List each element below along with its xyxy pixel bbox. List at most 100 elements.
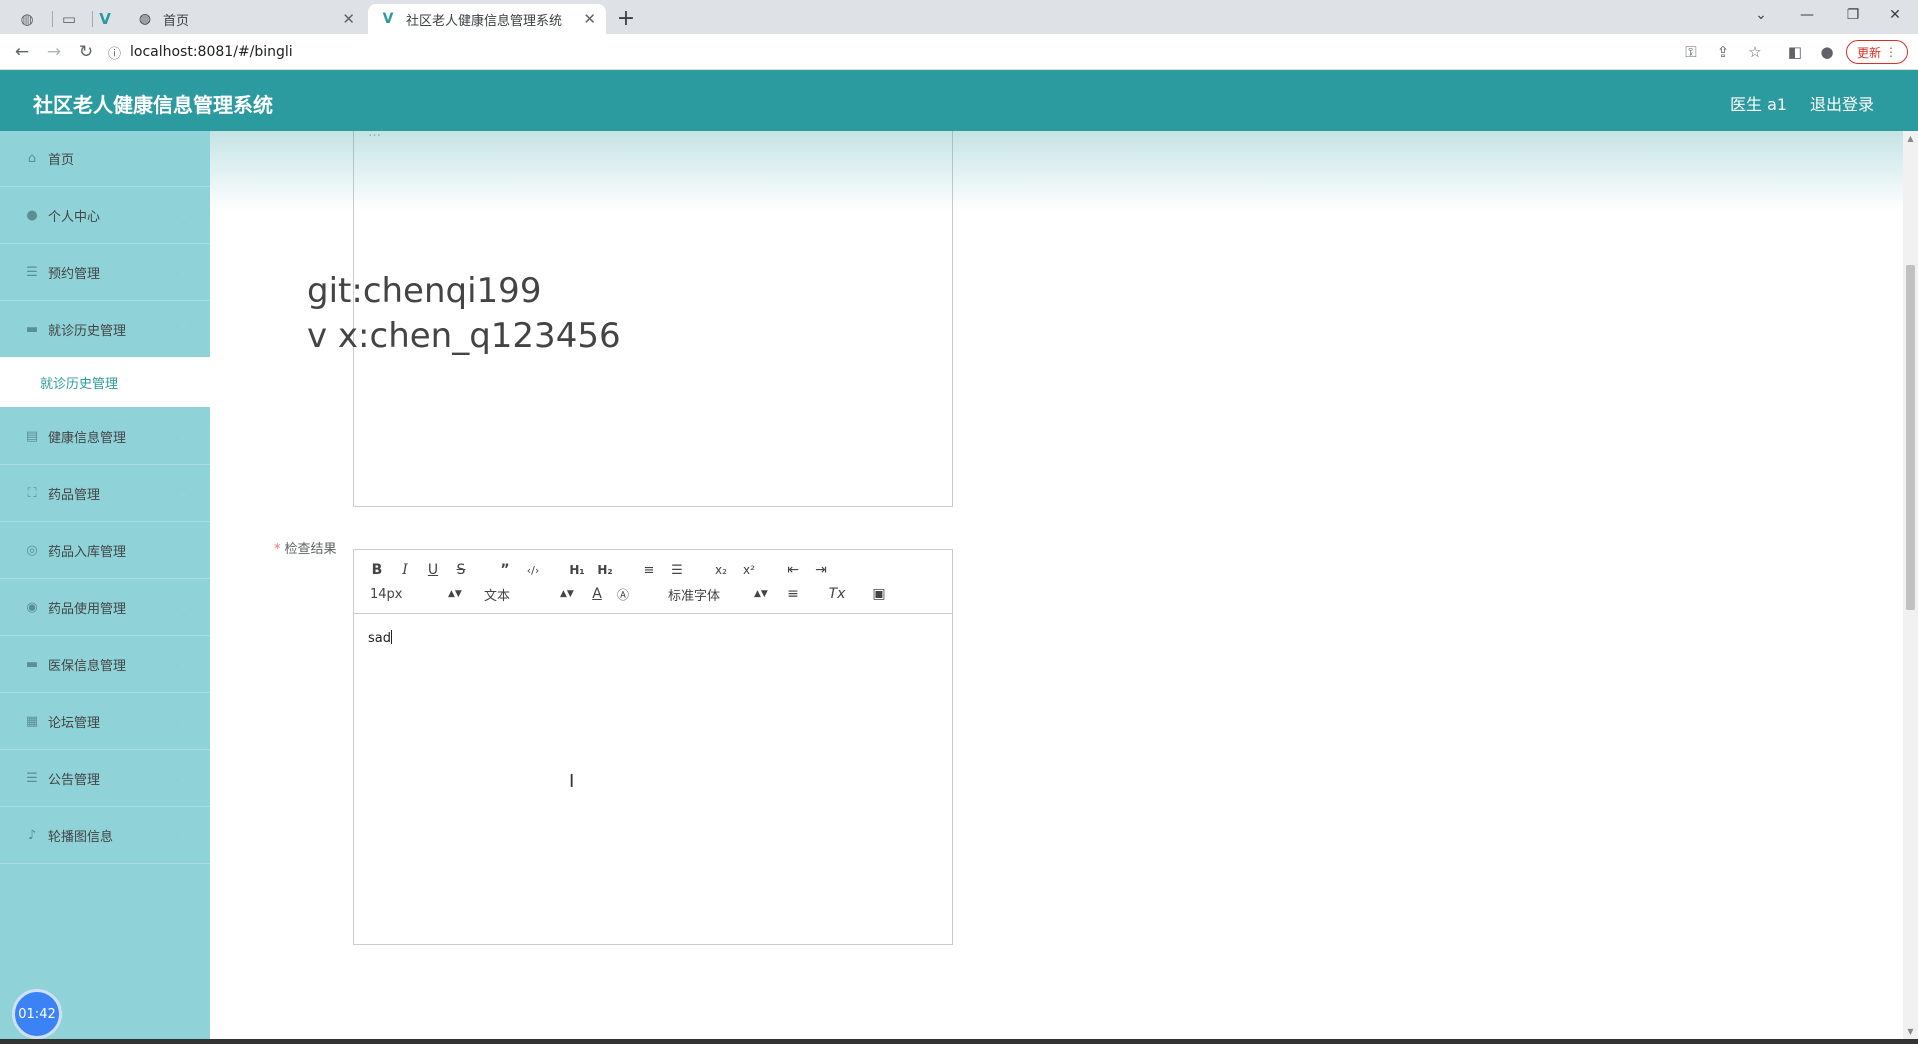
scroll-thumb[interactable] [1906, 265, 1915, 610]
compass-icon: ◎ [26, 543, 38, 558]
vue-logo-icon: V [382, 11, 394, 27]
sidebar-item-health-info[interactable]: ▤ 健康信息管理 ⌄ [0, 409, 210, 465]
new-tab-button[interactable]: + [612, 4, 640, 32]
close-icon[interactable]: ✕ [342, 10, 355, 28]
chevron-down-icon: ⌄ [179, 830, 188, 841]
outdent-icon[interactable]: ⇤ [782, 560, 804, 580]
logout-link[interactable]: 退出登录 [1810, 91, 1874, 115]
blockquote-icon[interactable]: ” [494, 560, 516, 580]
sidebar-item-medicine[interactable]: ⛶ 药品管理 ⌄ [0, 466, 210, 522]
watermark-line: v x:chen_q123456 [307, 316, 621, 356]
rich-text-editor-exam-result[interactable]: B I U S ” ‹/› H₁ H₂ ≡ ☰ x₂ x² ⇤ ⇥ 14px ▲… [353, 549, 953, 945]
url-text[interactable]: localhost:8081/#/bingli [130, 44, 293, 60]
required-asterisk: * [274, 542, 281, 557]
clear-format-icon[interactable]: Tx [826, 584, 848, 604]
sidebar-item-label: 预约管理 [48, 267, 101, 282]
globe-icon[interactable]: ◍ [8, 4, 46, 34]
submenu-item-visit-history[interactable]: 就诊历史管理 [0, 357, 210, 407]
scroll-up-icon[interactable]: ▲ [1903, 131, 1918, 146]
sidebar-item-home[interactable]: ⌂ 首页 [0, 131, 210, 187]
vue-logo-icon[interactable]: V [86, 4, 124, 34]
close-icon[interactable]: ✕ [583, 10, 596, 28]
font-family-picker[interactable]: 标准字体 ▲▼ [668, 584, 768, 604]
recording-timer-badge[interactable]: 01:42 [12, 989, 62, 1039]
sidebar-item-insurance[interactable]: ▬ 医保信息管理 ⌄ [0, 637, 210, 693]
back-arrow-icon[interactable]: ← [8, 38, 36, 66]
italic-icon[interactable]: I [394, 560, 416, 580]
star-icon[interactable]: ☆ [1741, 38, 1769, 66]
update-button[interactable]: 更新 ⋮ [1846, 40, 1908, 64]
font-color-icon[interactable]: A [586, 584, 608, 604]
chat-icon: ▬ [25, 657, 39, 672]
browser-toolbar: ← → ↻ ⓘ localhost:8081/#/bingli ⚿ ⇪ ☆ ◧ … [0, 34, 1918, 70]
image-icon[interactable]: ▣ [868, 584, 890, 604]
watermark-text: git:chenqi199 v x:chen_q123456 [307, 269, 621, 359]
superscript-icon[interactable]: x² [738, 560, 760, 580]
app-header: 社区老人健康信息管理系统 医生 a1 退出登录 [0, 70, 1918, 131]
header2-icon[interactable]: H₂ [594, 560, 616, 580]
restore-button[interactable]: ❐ [1830, 0, 1876, 30]
sidebar-item-profile[interactable]: ● 个人中心 ⌄ [0, 188, 210, 244]
info-icon[interactable]: ⓘ [108, 43, 130, 62]
sidebar-item-announcements[interactable]: ☰ 公告管理 ⌄ [0, 751, 210, 807]
strike-icon[interactable]: S [450, 560, 472, 580]
key-icon[interactable]: ⚿ [1677, 38, 1705, 66]
underline-icon[interactable]: U [422, 560, 444, 580]
chevron-down-icon: ⌄ [179, 545, 188, 556]
picker-caret-icon: ▲▼ [754, 589, 768, 599]
editor-toolbar: B I U S ” ‹/› H₁ H₂ ≡ ☰ x₂ x² ⇤ ⇥ 14px ▲… [354, 550, 952, 614]
picker-caret-icon: ▲▼ [448, 589, 462, 599]
bold-icon[interactable]: B [366, 560, 388, 580]
sidebar-item-label: 健康信息管理 [48, 431, 127, 446]
reload-icon[interactable]: ↻ [72, 38, 100, 66]
header1-icon[interactable]: H₁ [566, 560, 588, 580]
indent-icon[interactable]: ⇥ [810, 560, 832, 580]
sidebar-item-carousel[interactable]: ♪ 轮播图信息 ⌄ [0, 808, 210, 864]
background-color-icon[interactable]: Ⓐ [612, 584, 634, 604]
sidebar-item-label: 药品入库管理 [48, 545, 127, 560]
align-icon[interactable]: ≡ [782, 584, 804, 604]
header-shadow [210, 131, 1903, 211]
bullet-list-icon[interactable]: ☰ [666, 560, 688, 580]
text-cursor [391, 630, 392, 644]
exam-result-label: * 检查结果 [274, 542, 337, 557]
scroll-down-icon[interactable]: ▼ [1903, 1024, 1918, 1039]
chevron-down-icon[interactable]: ⌄ [1738, 0, 1784, 30]
sidebar-item-label: 药品使用管理 [48, 602, 127, 617]
sidebar-item-medicine-stock-in[interactable]: ◎ 药品入库管理 ⌄ [0, 523, 210, 579]
chevron-down-icon: ⌄ [179, 210, 188, 221]
page-scrollbar[interactable]: ▲ ▼ [1903, 131, 1918, 1039]
forward-arrow-icon[interactable]: → [40, 38, 68, 66]
app-title: 社区老人健康信息管理系统 [33, 93, 273, 117]
chevron-down-icon: ⌄ [179, 602, 188, 613]
fullscreen-icon: ⛶ [27, 486, 37, 501]
window-close-button[interactable]: ✕ [1872, 0, 1918, 30]
sidebar-item-medicine-usage[interactable]: ◉ 药品使用管理 ⌄ [0, 580, 210, 636]
grid-icon: ▦ [25, 714, 39, 729]
font-size-picker[interactable]: 14px ▲▼ [370, 584, 462, 604]
address-bar[interactable]: ⓘ localhost:8081/#/bingli [108, 38, 1628, 66]
minimize-button[interactable]: — [1784, 0, 1830, 30]
sidebar-item-label: 就诊历史管理 [48, 324, 127, 339]
chevron-down-icon: ⌄ [179, 488, 188, 499]
clipboard-icon: ▤ [25, 429, 39, 444]
sidebar-item-forum[interactable]: ▦ 论坛管理 ⌄ [0, 694, 210, 750]
sidebar-item-label: 公告管理 [48, 773, 101, 788]
header-picker[interactable]: 文本 ▲▼ [484, 584, 574, 604]
chevron-up-icon: ⌃ [179, 324, 188, 335]
sidebar-item-visit-history[interactable]: ▬ 就诊历史管理 ⌃ [0, 302, 210, 358]
profile-icon[interactable]: ● [1813, 38, 1841, 66]
current-user[interactable]: 医生 a1 [1730, 91, 1787, 115]
subscript-icon[interactable]: x₂ [710, 560, 732, 580]
tab-home[interactable]: ◍ 首页 ✕ [125, 4, 365, 34]
sidebar-item-appointments[interactable]: ☰ 预约管理 ⌄ [0, 245, 210, 301]
editor-content[interactable]: sad [368, 630, 392, 646]
side-panel-icon[interactable]: ◧ [1781, 38, 1809, 66]
ordered-list-icon[interactable]: ≡ [638, 560, 660, 580]
microphone-icon: ♪ [27, 828, 37, 843]
sidebar-item-label: 论坛管理 [48, 716, 101, 731]
code-block-icon[interactable]: ‹/› [522, 560, 544, 580]
blank-page-icon[interactable]: ▭ [50, 4, 88, 34]
tab-active-system[interactable]: V 社区老人健康信息管理系统 ✕ [368, 4, 606, 34]
share-icon[interactable]: ⇪ [1709, 38, 1737, 66]
